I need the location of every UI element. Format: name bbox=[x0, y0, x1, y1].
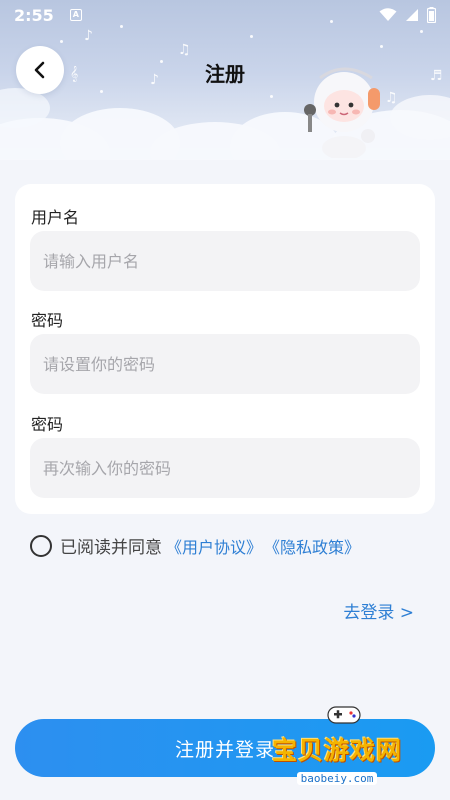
user-agreement-link[interactable]: 《用户协议》 bbox=[166, 534, 262, 558]
gamepad-icon bbox=[327, 706, 361, 724]
goto-login-link[interactable]: 去登录 > bbox=[343, 598, 414, 623]
status-bar: 2:55 A bbox=[0, 0, 450, 30]
page-title: 注册 bbox=[205, 62, 245, 86]
password-input[interactable] bbox=[30, 334, 420, 394]
username-input[interactable] bbox=[30, 231, 420, 291]
agreement-text: 已阅读并同意 bbox=[60, 538, 162, 558]
signal-icon bbox=[406, 9, 418, 21]
agreement-row: 已阅读并同意 《用户协议》 《隐私政策》 bbox=[30, 533, 360, 558]
wifi-icon bbox=[379, 8, 397, 21]
watermark-url: baobeiy.com bbox=[296, 772, 378, 785]
confirm-password-input[interactable] bbox=[30, 438, 420, 498]
watermark: 宝贝游戏网 baobeiy.com bbox=[272, 705, 402, 786]
privacy-policy-link[interactable]: 《隐私政策》 bbox=[264, 534, 360, 558]
notification-icon: A bbox=[69, 9, 82, 21]
register-form-card: 用户名 密码 密码 bbox=[15, 184, 435, 514]
status-time: 2:55 bbox=[14, 5, 54, 25]
confirm-password-label: 密码 bbox=[31, 415, 64, 434]
register-button-label: 注册并登录 bbox=[174, 738, 275, 761]
agreement-checkbox[interactable] bbox=[30, 534, 52, 557]
password-label: 密码 bbox=[31, 311, 64, 330]
username-label: 用户名 bbox=[31, 208, 80, 227]
battery-icon bbox=[427, 7, 436, 23]
